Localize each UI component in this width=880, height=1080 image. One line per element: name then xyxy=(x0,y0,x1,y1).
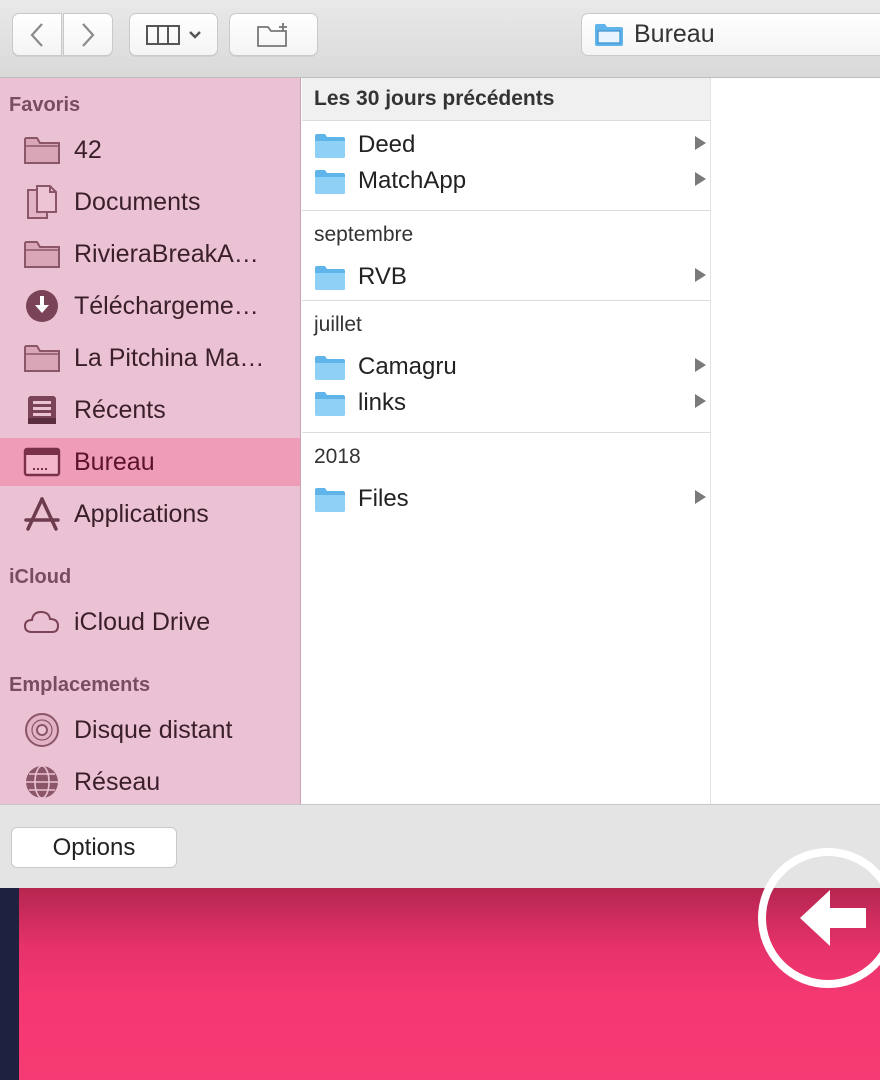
recents-icon xyxy=(22,392,62,428)
cloud-icon xyxy=(22,604,62,640)
options-button[interactable]: Options xyxy=(11,827,177,868)
file-row-files[interactable]: Files xyxy=(302,481,710,517)
desktop-icon xyxy=(22,444,62,480)
sidebar-item-reseau[interactable]: Réseau xyxy=(0,758,300,804)
disclosure-arrow-icon xyxy=(695,136,706,150)
sidebar-item-42[interactable]: 42 xyxy=(0,126,300,174)
sidebar-item-label: Documents xyxy=(74,188,201,216)
disclosure-arrow-icon xyxy=(695,172,706,186)
sidebar: Favoris 42 Documents RivieraBreakA… Télé… xyxy=(0,78,301,804)
sidebar-item-icloud-drive[interactable]: iCloud Drive xyxy=(0,598,300,646)
toolbar: Bureau xyxy=(0,0,880,78)
disclosure-arrow-icon xyxy=(695,358,706,372)
file-column: Les 30 jours précédents Deed MatchApp se… xyxy=(302,78,710,804)
sidebar-item-label: Disque distant xyxy=(74,716,233,744)
sidebar-item-rivierabreak[interactable]: RivieraBreakA… xyxy=(0,230,300,278)
sidebar-item-applications[interactable]: Applications xyxy=(0,490,300,538)
chevron-right-icon xyxy=(82,22,95,47)
folder-icon xyxy=(315,392,345,416)
background-dark-strip xyxy=(0,888,19,1080)
group-header: 2018 xyxy=(314,444,361,468)
sidebar-item-documents[interactable]: Documents xyxy=(0,178,300,226)
file-row-rvb[interactable]: RVB xyxy=(302,259,710,295)
group-header: septembre xyxy=(314,222,414,246)
disc-icon xyxy=(22,712,62,748)
sidebar-item-label: Récents xyxy=(74,396,166,424)
folder-icon xyxy=(22,236,62,272)
new-folder-button[interactable] xyxy=(229,13,318,56)
sidebar-item-bureau[interactable]: Bureau xyxy=(0,438,300,486)
sidebar-item-label: Applications xyxy=(74,500,209,528)
file-name: links xyxy=(358,389,407,416)
group-divider xyxy=(302,432,710,433)
file-name: MatchApp xyxy=(358,167,467,194)
section-header-favoris: Favoris xyxy=(9,94,81,116)
group-header: juillet xyxy=(314,312,362,336)
forward-button[interactable] xyxy=(63,13,113,56)
folder-icon xyxy=(315,488,345,512)
chevron-down-icon xyxy=(188,30,201,39)
group-divider xyxy=(302,210,710,211)
sidebar-item-telechargements[interactable]: Téléchargeme… xyxy=(0,282,300,330)
view-mode-button[interactable] xyxy=(129,13,218,56)
sidebar-item-label: Bureau xyxy=(74,448,155,476)
file-name: RVB xyxy=(358,263,407,290)
back-arrow-circle-icon[interactable] xyxy=(758,848,880,988)
back-button[interactable] xyxy=(12,13,62,56)
new-folder-icon xyxy=(256,22,287,47)
download-icon xyxy=(22,288,62,324)
disclosure-arrow-icon xyxy=(695,268,706,282)
sidebar-item-la-pitchina[interactable]: La Pitchina Ma… xyxy=(0,334,300,382)
sidebar-item-recents[interactable]: Récents xyxy=(0,386,300,434)
folder-icon xyxy=(315,356,345,380)
sidebar-item-disque-distant[interactable]: Disque distant xyxy=(0,706,300,754)
file-name: Camagru xyxy=(358,353,457,380)
section-header-emplacements: Emplacements xyxy=(9,674,151,696)
columns-view-icon xyxy=(145,24,180,45)
folder-icon xyxy=(22,340,62,376)
sidebar-item-label: 42 xyxy=(74,136,102,164)
bottom-bar: Options xyxy=(0,804,880,888)
file-name: Deed xyxy=(358,131,416,158)
sidebar-item-label: Réseau xyxy=(74,768,161,796)
sidebar-item-label: RivieraBreakA… xyxy=(74,240,259,268)
file-row-camagru[interactable]: Camagru xyxy=(302,349,710,385)
file-row-deed[interactable]: Deed xyxy=(302,127,710,163)
file-name: Files xyxy=(358,485,409,512)
folder-icon xyxy=(22,132,62,168)
desktop-folder-icon xyxy=(595,23,623,46)
disclosure-arrow-icon xyxy=(695,490,706,504)
sidebar-item-label: Téléchargeme… xyxy=(74,292,259,320)
file-row-matchapp[interactable]: MatchApp xyxy=(302,163,710,199)
group-divider xyxy=(302,300,710,301)
path-popup[interactable]: Bureau xyxy=(581,13,880,56)
sidebar-item-label: La Pitchina Ma… xyxy=(74,344,265,372)
disclosure-arrow-icon xyxy=(695,394,706,408)
folder-icon xyxy=(315,134,345,158)
chevron-left-icon xyxy=(30,22,43,47)
section-header-icloud: iCloud xyxy=(9,566,72,588)
applications-icon xyxy=(22,496,62,532)
preview-column xyxy=(711,78,880,804)
folder-icon xyxy=(315,170,345,194)
network-icon xyxy=(22,764,62,800)
background-app xyxy=(0,848,880,1080)
sidebar-item-label: iCloud Drive xyxy=(74,608,211,636)
path-label: Bureau xyxy=(634,20,715,48)
file-row-links[interactable]: links xyxy=(302,385,710,421)
group-header: Les 30 jours précédents xyxy=(302,78,710,121)
folder-icon xyxy=(315,266,345,290)
documents-icon xyxy=(22,184,62,220)
